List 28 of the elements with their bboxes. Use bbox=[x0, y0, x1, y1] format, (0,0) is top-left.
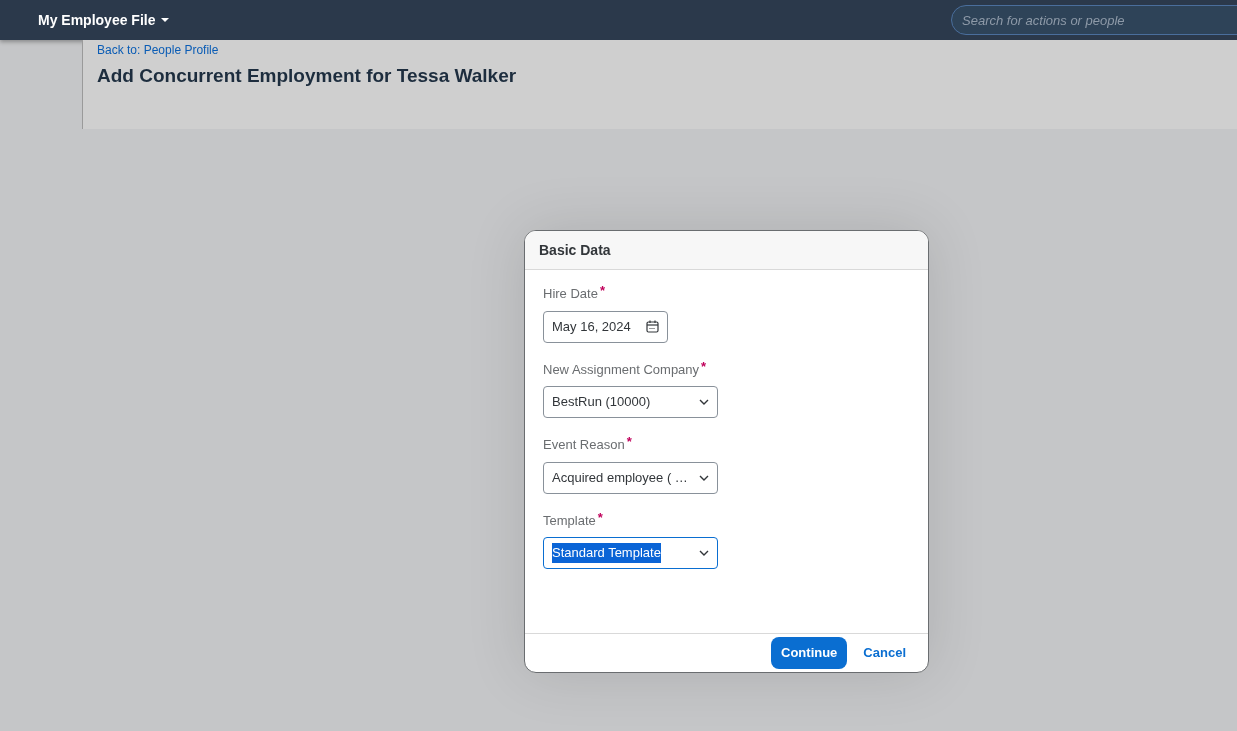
cancel-button[interactable]: Cancel bbox=[863, 643, 906, 663]
field-label: New Assignment Company bbox=[543, 360, 700, 379]
dropdown-field[interactable]: Standard Template bbox=[543, 537, 718, 569]
chevron-down-icon bbox=[699, 550, 709, 556]
page-title: Add Concurrent Employment for Tessa Walker bbox=[97, 64, 518, 88]
chevron-down-icon bbox=[699, 474, 709, 481]
calendar-icon bbox=[646, 320, 659, 333]
required-asterisk: * bbox=[597, 510, 603, 524]
date-picker-field[interactable]: May 16, 2024 bbox=[543, 310, 668, 343]
field-value: BestRun (10000) bbox=[552, 393, 651, 412]
continue-button[interactable]: Continue bbox=[771, 637, 848, 669]
dropdown-field[interactable]: BestRun (10000) bbox=[543, 386, 718, 418]
dropdown-field[interactable]: Acquired employee ( … bbox=[543, 461, 718, 494]
field-value: Acquired employee ( … bbox=[552, 468, 688, 487]
field-label: Hire Date bbox=[543, 285, 598, 303]
required-asterisk: * bbox=[626, 435, 632, 448]
required-asterisk: * bbox=[599, 284, 605, 297]
field-value: May 16, 2024 bbox=[552, 317, 631, 336]
caret-icon bbox=[161, 18, 170, 22]
field-label: Template bbox=[543, 511, 596, 530]
back-link[interactable]: Back to: People Profile bbox=[97, 41, 1237, 59]
required-asterisk: * bbox=[701, 359, 707, 373]
dialog-title: Basic Data bbox=[539, 240, 611, 260]
field-label: Event Reason bbox=[543, 436, 625, 454]
search-field[interactable]: Search for actions or people bbox=[951, 5, 1237, 35]
employee-file-menu[interactable]: My Employee File bbox=[38, 9, 170, 31]
field-value: Standard Template bbox=[552, 543, 661, 563]
chevron-down-icon bbox=[699, 399, 709, 405]
